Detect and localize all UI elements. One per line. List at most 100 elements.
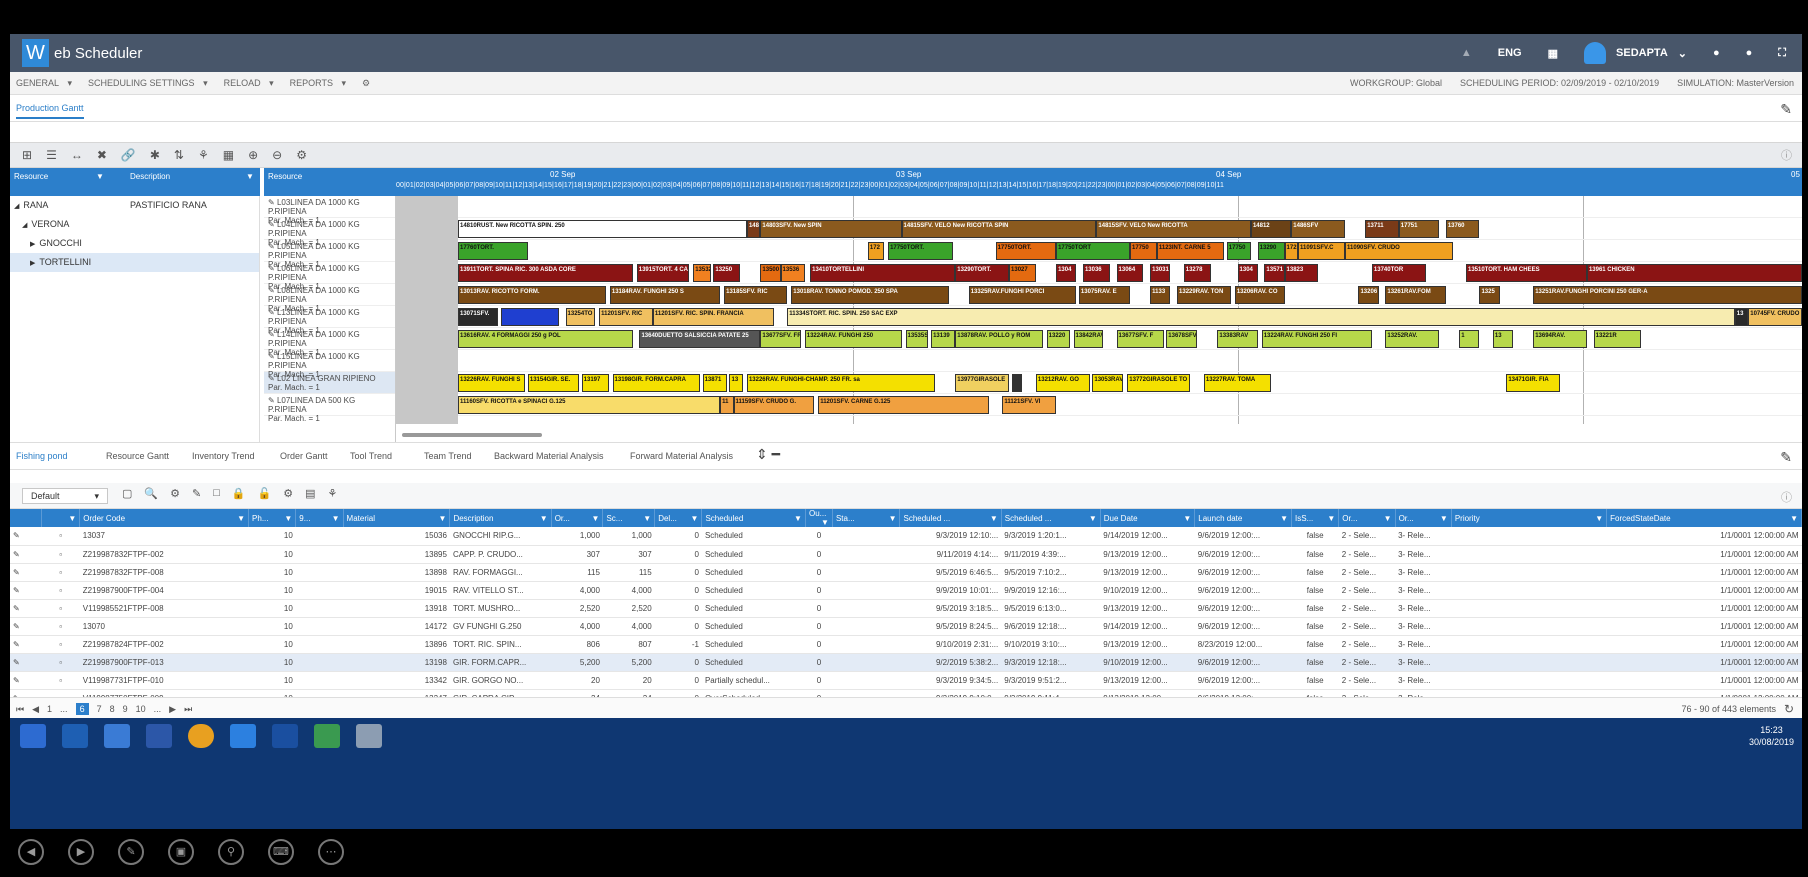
row-checkbox[interactable]: ▫: [41, 653, 80, 672]
gantt-bar[interactable]: 1133: [1150, 286, 1171, 304]
gantt-bar[interactable]: 13254TO: [565, 308, 596, 326]
gantt-bar[interactable]: 11121SFV. VI: [1002, 396, 1057, 414]
start-icon[interactable]: [20, 724, 46, 748]
gantt-bar[interactable]: 13154GIR. SE.: [527, 374, 579, 392]
gantt-bar[interactable]: 17750: [1226, 242, 1251, 260]
expand-arrow-icon[interactable]: ◢: [22, 222, 27, 229]
gantt-bar[interactable]: 14812: [1250, 220, 1292, 238]
gantt-bar[interactable]: [1011, 374, 1023, 392]
gantt-bar[interactable]: 13325RAV.FUNGHI PORCI: [968, 286, 1077, 304]
tree-node[interactable]: ◢ VERONA: [10, 215, 259, 234]
info-icon[interactable]: ●: [1746, 47, 1753, 59]
gantt-bar[interactable]: 13510TORT. HAM CHEES: [1466, 264, 1587, 282]
gantt-bar[interactable]: 13: [1734, 308, 1749, 326]
resource-row[interactable]: ✎ L07LINEA DA 500 KG P.RIPIENA Par. Mach.…: [264, 394, 395, 423]
row-edit-icon[interactable]: ✎: [10, 635, 42, 654]
page-link[interactable]: 10: [136, 704, 146, 714]
lock-icon[interactable]: 🔒: [232, 487, 246, 500]
row-checkbox[interactable]: ▫: [41, 635, 80, 654]
gantt-bar[interactable]: 13027: [1009, 264, 1036, 282]
gear-icon[interactable]: ⚙: [170, 487, 180, 500]
gantt-bar[interactable]: 13220: [1046, 330, 1070, 348]
zoom-in-icon[interactable]: ⊕: [248, 148, 258, 162]
column-header[interactable]: Or... ▼: [551, 509, 604, 527]
chrome-icon[interactable]: [188, 724, 214, 748]
gantt-bar[interactable]: 17760TORT.: [458, 242, 528, 260]
gantt-bar[interactable]: 17750TORT.: [995, 242, 1057, 260]
gantt-bar[interactable]: 13536: [780, 264, 805, 282]
tab-tool-trend[interactable]: Tool Trend: [350, 451, 392, 461]
gantt-bar[interactable]: 14810 ...: [746, 220, 761, 238]
calendar-icon[interactable]: ▦: [223, 148, 234, 162]
column-header[interactable]: Scheduled ▼: [701, 509, 806, 527]
tab-order-gantt[interactable]: Order Gantt: [280, 451, 328, 461]
edit-icon[interactable]: ✎: [268, 220, 277, 229]
gantt-bar[interactable]: 13018RAV. TONNO POMOD. 250 SPA: [791, 286, 949, 304]
file-explorer-icon[interactable]: [62, 724, 88, 748]
filter-icon[interactable]: ▼: [96, 172, 104, 181]
gantt-bar[interactable]: 13640DUETTO SALSICCIA PATATE 25: [639, 330, 761, 348]
column-header[interactable]: 9... ▼: [295, 509, 344, 527]
column-header[interactable]: Ou... ▼: [805, 509, 833, 527]
filter-icon[interactable]: ▼: [237, 514, 245, 523]
filter-icon[interactable]: ▼: [1790, 514, 1798, 523]
resource-row[interactable]: ✎ L05LINEA DA 1000 KG P.RIPIENA Par. Mach…: [264, 240, 395, 269]
gantt-bar[interactable]: 13184RAV. FUNGHI 250 S: [609, 286, 721, 304]
pin-icon[interactable]: ✱: [150, 148, 160, 162]
gantt-bar[interactable]: 13871: [702, 374, 727, 392]
document-icon[interactable]: [272, 724, 298, 748]
close-icon[interactable]: ✖: [97, 148, 107, 162]
gantt-bar[interactable]: 17750TORT.: [888, 242, 953, 260]
column-header[interactable]: ▼: [41, 509, 81, 527]
gantt-bar[interactable]: 13532: [693, 264, 711, 282]
row-checkbox[interactable]: ▫: [41, 617, 80, 636]
gantt-bar[interactable]: 13278: [1183, 264, 1211, 282]
filter-icon[interactable]: ▼: [1089, 514, 1097, 523]
gantt-bar[interactable]: 14815SFV. VELO New RICOTTA SPIN: [901, 220, 1097, 238]
settings-icon[interactable]: ⚙: [283, 487, 293, 500]
row-checkbox[interactable]: ▫: [41, 545, 80, 564]
resource-row[interactable]: ✎ L13LINEA DA 1000 KG P.RIPIENA Par. Mach…: [264, 306, 395, 335]
table-row[interactable]: ✎ ▫ Z219987900FTPF-013 10 13198 GIR. FORM.CAP…: [10, 653, 1802, 672]
tree-node[interactable]: ▶ GNOCCHI: [10, 234, 259, 253]
back-icon[interactable]: ◀: [18, 839, 44, 865]
edit-pencil-icon[interactable]: ✎: [1780, 449, 1792, 466]
gantt-bar[interactable]: 172: [867, 242, 885, 260]
column-header[interactable]: Material ▼: [343, 509, 451, 527]
gantt-bar[interactable]: 17751: [1398, 220, 1440, 238]
gantt-bar[interactable]: 11201SFV. CARNE G.125: [818, 396, 989, 414]
edit-icon[interactable]: ✎: [192, 487, 201, 500]
table-row[interactable]: ✎ ▫ Z219987824FTPF-002 10 13896 TORT. RIC. SP…: [10, 635, 1802, 654]
gantt-bar[interactable]: 13229RAV. TON: [1177, 286, 1231, 304]
gantt-bar[interactable]: 13911TORT. SPINA RIC. 300 ASDA CORE: [458, 264, 633, 282]
more-icon[interactable]: ⋯: [318, 839, 344, 865]
tab-resource-gantt[interactable]: Resource Gantt: [106, 451, 169, 461]
column-header[interactable]: Due Date ▼: [1100, 509, 1196, 527]
gantt-bar[interactable]: 13500: [760, 264, 781, 282]
expand-arrow-icon[interactable]: ▶: [30, 241, 35, 248]
chart-app-icon[interactable]: [314, 724, 340, 748]
gantt-bar[interactable]: 13471GIR. FIA: [1506, 374, 1561, 392]
column-header[interactable]: Or... ▼: [1395, 509, 1452, 527]
row-checkbox[interactable]: ▫: [41, 581, 80, 600]
copy-icon[interactable]: ▣: [168, 839, 194, 865]
hierarchy-icon[interactable]: ⚘: [198, 148, 209, 162]
column-header[interactable]: Order Code ▼: [79, 509, 250, 527]
table-row[interactable]: ✎ ▫ 13037 10 15036 GNOCCHI RIP.G... 1,000 1,000…: [10, 527, 1802, 546]
gantt-bar[interactable]: 13383RAV: [1217, 330, 1258, 348]
col-description-header[interactable]: Description: [130, 172, 170, 181]
gantt-bar[interactable]: 13535SFV: [905, 330, 929, 348]
gantt-bar[interactable]: 13031: [1150, 264, 1171, 282]
filter-icon[interactable]: ▼: [794, 514, 802, 523]
gantt-bar[interactable]: 1304: [1056, 264, 1077, 282]
filter-icon[interactable]: ▼: [1384, 514, 1392, 523]
gantt-bar[interactable]: 13221R: [1593, 330, 1641, 348]
view-select[interactable]: Default ▾: [22, 488, 108, 504]
gantt-bar[interactable]: 14803SFV. New SPIN: [760, 220, 902, 238]
expand-arrow-icon[interactable]: ▶: [30, 260, 35, 267]
gantt-bar[interactable]: 13226RAV. FUNGHI-CHAMP. 250 FR. sa: [746, 374, 936, 392]
filter-icon[interactable]: ▼: [284, 514, 292, 523]
gantt-bar[interactable]: 11091SFV.C: [1298, 242, 1346, 260]
gantt-bar[interactable]: 13694RAV.: [1533, 330, 1587, 348]
notification-icon[interactable]: ▲: [1461, 47, 1472, 59]
